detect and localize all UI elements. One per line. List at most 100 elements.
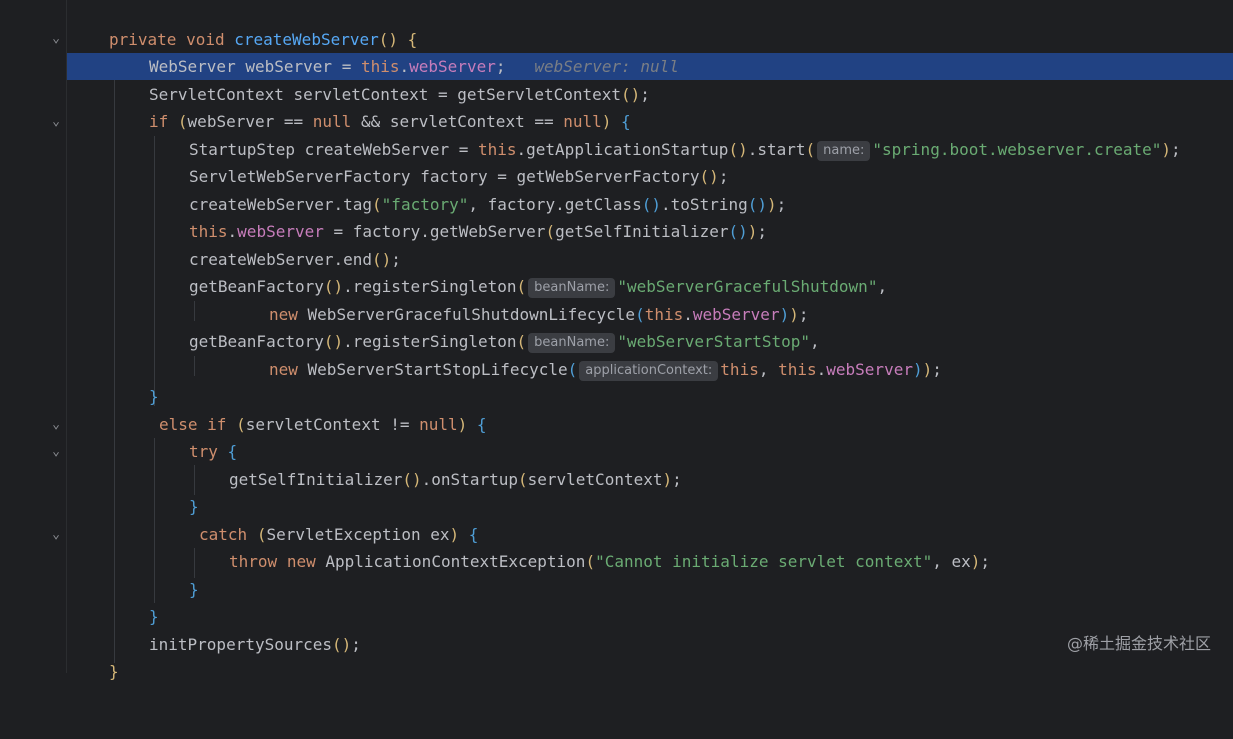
code-text: ServletWebServerFactory factory = getWeb…: [189, 167, 700, 186]
keyword-this: this: [720, 360, 759, 379]
code-line: ServletWebServerFactory factory = getWeb…: [67, 163, 1233, 190]
string-literal: "webServerGracefulShutdown": [617, 277, 878, 296]
code-line: createWebServer.end();: [67, 246, 1233, 273]
keyword-this: this: [644, 305, 684, 324]
paren: (: [516, 332, 527, 351]
field-name: webServer: [237, 222, 324, 241]
code-text: , ex: [932, 552, 971, 571]
code-line: else if (servletContext != null) {: [67, 411, 1233, 438]
paren: (: [517, 470, 528, 489]
method-call: getServletContext: [457, 85, 622, 104]
code-text: .registerSingleton: [343, 332, 517, 351]
operator: =: [341, 57, 352, 76]
code-text: createWebServer.tag: [189, 195, 373, 214]
semicolon: ;: [776, 195, 787, 214]
semicolon: ;: [672, 470, 682, 489]
brace: {: [476, 415, 487, 434]
code-line: catch (ServletException ex) {: [67, 521, 1233, 548]
code-text: getSelfInitializer: [229, 470, 403, 489]
brace: }: [189, 580, 199, 599]
paren: (): [372, 250, 392, 269]
code-text: WebServerStartStopLifecycle: [297, 360, 568, 379]
code-line: StartupStep createWebServer = this.getAp…: [67, 136, 1233, 163]
chevron-down-icon[interactable]: ⌄: [50, 445, 62, 458]
paren: ): [922, 360, 933, 379]
code-text: = factory.getWebServer: [323, 222, 546, 241]
string-literal: "webServerStartStop": [617, 332, 811, 351]
keyword-if: if: [149, 112, 169, 131]
code-text: .getApplicationStartup: [516, 140, 729, 159]
chevron-down-icon[interactable]: ⌄: [50, 528, 62, 541]
code-line: try {: [67, 438, 1233, 465]
paren: (: [805, 140, 816, 159]
code-text: createWebServer.end: [189, 250, 373, 269]
paren: ): [662, 470, 673, 489]
code-line: throw new ApplicationContextException("C…: [67, 548, 1233, 575]
code-line-current: WebServer webServer = this.webServer; we…: [67, 53, 1233, 80]
keyword-this: this: [189, 222, 228, 241]
code-text: , factory.getClass: [468, 195, 642, 214]
code-text: servletContext: [527, 470, 663, 489]
paren: ): [449, 525, 460, 544]
code-text: ApplicationContextException: [315, 552, 586, 571]
code-line: }: [67, 603, 1233, 630]
code-line: getBeanFactory().registerSingleton(beanN…: [67, 328, 1233, 355]
dot: .: [816, 360, 827, 379]
keyword-catch: catch: [199, 525, 248, 544]
code-line: }: [67, 658, 1233, 685]
code-editor[interactable]: private void createWebServer() { WebServ…: [67, 0, 1233, 681]
code-text: initPropertySources: [149, 635, 333, 654]
paren: (: [256, 525, 267, 544]
brace: {: [227, 442, 238, 461]
code-line: new WebServerStartStopLifecycle(applicat…: [67, 356, 1233, 383]
paren: (: [567, 360, 578, 379]
chevron-down-icon[interactable]: ⌄: [50, 32, 62, 45]
paren: ): [789, 305, 799, 324]
keyword-else: else: [159, 415, 198, 434]
watermark: @稀土掘金技术社区: [1066, 634, 1211, 653]
code-line: }: [67, 383, 1233, 410]
paren: (: [372, 195, 382, 214]
paren: (): [378, 30, 399, 49]
paren: (): [332, 635, 352, 654]
paren: (: [177, 112, 188, 131]
semicolon: ;: [718, 167, 729, 186]
chevron-down-icon[interactable]: ⌄: [50, 418, 62, 431]
code-text: servletContext !=: [245, 415, 420, 434]
paren: (): [402, 470, 422, 489]
code-line: createWebServer.tag("factory", factory.g…: [67, 191, 1233, 218]
chevron-down-icon[interactable]: ⌄: [50, 115, 62, 128]
code-text: ServletException ex: [266, 525, 450, 544]
dot: .: [227, 222, 238, 241]
keyword-try: try: [189, 442, 218, 461]
field-name: webServer: [409, 57, 496, 76]
code-text: .toString: [661, 195, 748, 214]
paren: (): [747, 195, 767, 214]
keyword-new: new: [286, 552, 316, 571]
paren: (): [323, 332, 344, 351]
code-line: new WebServerGracefulShutdownLifecycle(t…: [67, 301, 1233, 328]
paren: ): [601, 112, 612, 131]
field-name: webServer: [826, 360, 913, 379]
string-literal: "Cannot initialize servlet context": [595, 552, 933, 571]
code-text: .start: [747, 140, 806, 159]
brace: }: [149, 387, 159, 406]
paren: (: [516, 277, 527, 296]
comma: ,: [810, 332, 820, 351]
paren: ): [457, 415, 468, 434]
comma: ,: [877, 277, 888, 296]
paren: ): [767, 195, 777, 214]
keyword-new: new: [269, 305, 298, 324]
paren: ): [1161, 140, 1172, 159]
paren: (: [545, 222, 556, 241]
field-name: webServer: [692, 305, 780, 324]
code-line: this.webServer = factory.getWebServer(ge…: [67, 218, 1233, 245]
paren: (): [699, 167, 719, 186]
semicolon: ;: [640, 85, 650, 104]
parameter-hint: beanName:: [528, 278, 616, 298]
keyword-this: this: [477, 140, 517, 159]
code-line: initPropertySources();: [67, 631, 1233, 658]
paren: (: [236, 415, 246, 434]
code-line: if (webServer == null && servletContext …: [67, 108, 1233, 135]
semicolon: ;: [980, 552, 991, 571]
